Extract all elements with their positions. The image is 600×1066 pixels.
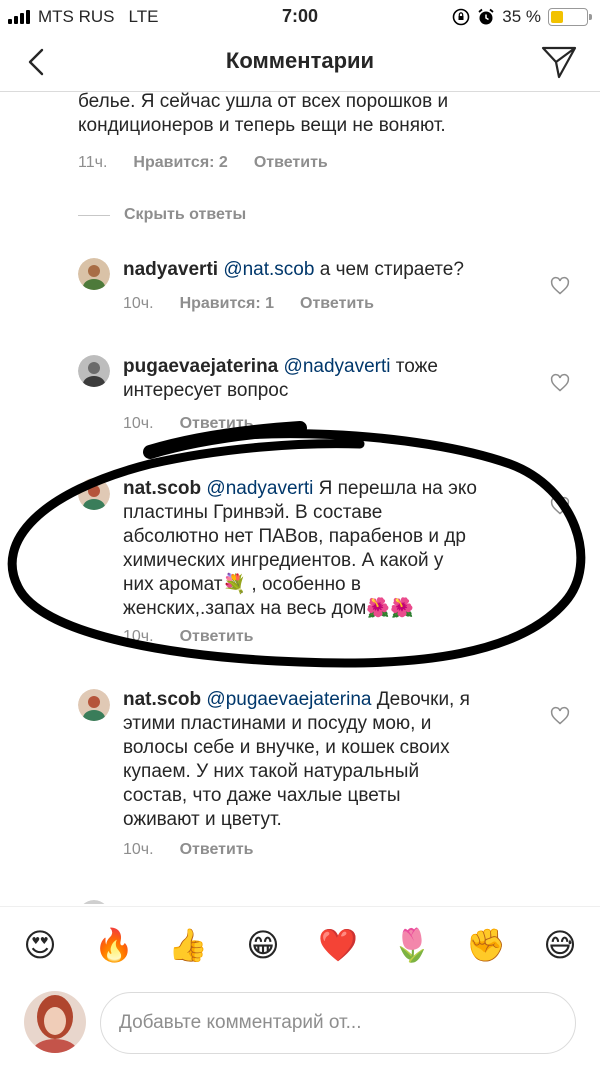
alarm-icon (478, 8, 494, 25)
header: Комментарии (0, 34, 600, 92)
comment-body: волосы себе и внучке, и кошек своих (123, 737, 450, 758)
hide-replies-button[interactable]: Скрыть ответы (78, 206, 246, 224)
comment-input[interactable] (101, 993, 575, 1053)
likes-count[interactable]: Нравится: 2 (133, 154, 227, 172)
orientation-lock-icon (452, 8, 470, 26)
mention-link[interactable]: @nadyaverti (284, 356, 391, 377)
avatar[interactable] (78, 258, 110, 290)
comment-time: 10ч. (123, 841, 154, 858)
username[interactable]: nat.scob (123, 478, 201, 499)
comment-time: 11ч. (78, 154, 108, 171)
emoji-thumbs-up-button[interactable]: 👍 (168, 925, 208, 965)
heart-icon[interactable] (550, 496, 570, 516)
comment-meta: 11ч. Нравится: 2 Ответить (78, 154, 328, 172)
comment-body: них аромат💐 , особенно в (123, 574, 362, 595)
status-right: 35 % (452, 7, 592, 27)
comment-time: 10ч. (123, 628, 154, 645)
mention-link[interactable]: @pugaevaejaterina (206, 689, 371, 710)
likes-count[interactable]: Нравится: 1 (180, 295, 274, 313)
comment-text-line: кондиционеров и теперь вещи не воняют. (78, 115, 446, 136)
comment-meta: 10ч. Ответить (123, 841, 254, 859)
comment-body: тоже (390, 356, 438, 377)
comment-composer (0, 986, 600, 1066)
comments-list[interactable]: белье. Я сейчас ушла от всех порошков и … (0, 92, 600, 904)
current-user-avatar (24, 991, 86, 1053)
reply-button[interactable]: Ответить (180, 628, 254, 646)
mention-link[interactable]: @nat.scob (223, 259, 314, 280)
emoji-tulip-button[interactable]: 🌷 (392, 925, 432, 965)
comment-body: этими пластинами и посуду мою, и (123, 713, 432, 734)
avatar[interactable] (78, 355, 110, 387)
battery-icon (548, 8, 592, 26)
comment-meta: 10ч. Ответить (123, 415, 254, 433)
comment-body: абсолютно нет ПАВов, парабенов и др (123, 526, 466, 547)
emoji-fire-button[interactable]: 🔥 (94, 925, 134, 965)
comment-body: химических ингредиентов. А какой у (123, 550, 444, 571)
avatar[interactable] (78, 900, 110, 904)
comment-body: женских,.запах на весь дом🌺🌺 (123, 598, 414, 619)
comment-time: 10ч. (123, 295, 154, 312)
avatar[interactable] (78, 478, 110, 510)
comment-body: интересует вопрос (123, 380, 289, 401)
emoji-sweat-smile-button[interactable]: 😅 (540, 925, 580, 965)
heart-icon[interactable] (550, 276, 570, 296)
comment-body: пластины Гринвэй. В составе (123, 502, 383, 523)
mention-link[interactable]: @nadyaverti (206, 478, 313, 499)
comment-text: nat.scob @nadyaverti Я перешла на эко пл… (123, 477, 477, 621)
reply-button[interactable]: Ответить (180, 415, 254, 433)
comment-text-line: белье. Я сейчас ушла от всех порошков и (78, 92, 449, 112)
comment-body: состав, что даже чахлые цветы (123, 785, 401, 806)
username[interactable]: nat.scob (123, 689, 201, 710)
paper-plane-icon[interactable] (540, 43, 578, 81)
emoji-bar: 😍 🔥 👍 😁 ❤️ 🌷 ✊ 😅 (0, 906, 600, 986)
comment-text: nat.scob @pugaevaejaterina Девочки, я эт… (123, 688, 470, 832)
reply-button[interactable]: Ответить (254, 154, 328, 172)
comment-text: pugaevaejaterina @nadyaverti тоже интере… (123, 355, 438, 403)
avatar[interactable] (78, 689, 110, 721)
comment-body: Я перешла на эко (313, 478, 477, 499)
comment-time: 10ч. (123, 415, 154, 432)
comment-body: Девочки, я (371, 689, 470, 710)
emoji-grin-button[interactable]: 😁 (243, 925, 283, 965)
battery-percent: 35 % (502, 7, 541, 26)
comment-text: белье. Я сейчас ушла от всех порошков и … (78, 92, 448, 138)
emoji-heart-button[interactable]: ❤️ (318, 925, 358, 965)
comment-body: а чем стираете? (314, 259, 464, 280)
comment-text: nadyaverti @nat.scob а чем стираете? (123, 258, 464, 282)
emoji-heart-eyes-button[interactable]: 😍 (20, 925, 60, 965)
comment-meta: 10ч. Нравится: 1 Ответить (123, 295, 374, 313)
status-bar: MTS RUS LTE 7:00 35 % (0, 0, 600, 34)
heart-icon[interactable] (550, 706, 570, 726)
heart-icon[interactable] (550, 373, 570, 393)
username[interactable]: nadyaverti (123, 259, 218, 280)
reply-button[interactable]: Ответить (300, 295, 374, 313)
comment-body: купаем. У них такой натуральный (123, 761, 420, 782)
divider (78, 214, 110, 216)
page-title: Комментарии (225, 48, 375, 73)
hide-replies-label: Скрыть ответы (124, 206, 247, 223)
reply-button[interactable]: Ответить (180, 841, 254, 859)
comment-input-wrapper (100, 992, 576, 1054)
username[interactable]: pugaevaejaterina (123, 356, 278, 377)
comment-meta: 10ч. Ответить (123, 628, 254, 646)
battery-level (551, 11, 563, 23)
comment-body: оживают и цветут. (123, 809, 282, 830)
emoji-fist-button[interactable]: ✊ (466, 925, 506, 965)
